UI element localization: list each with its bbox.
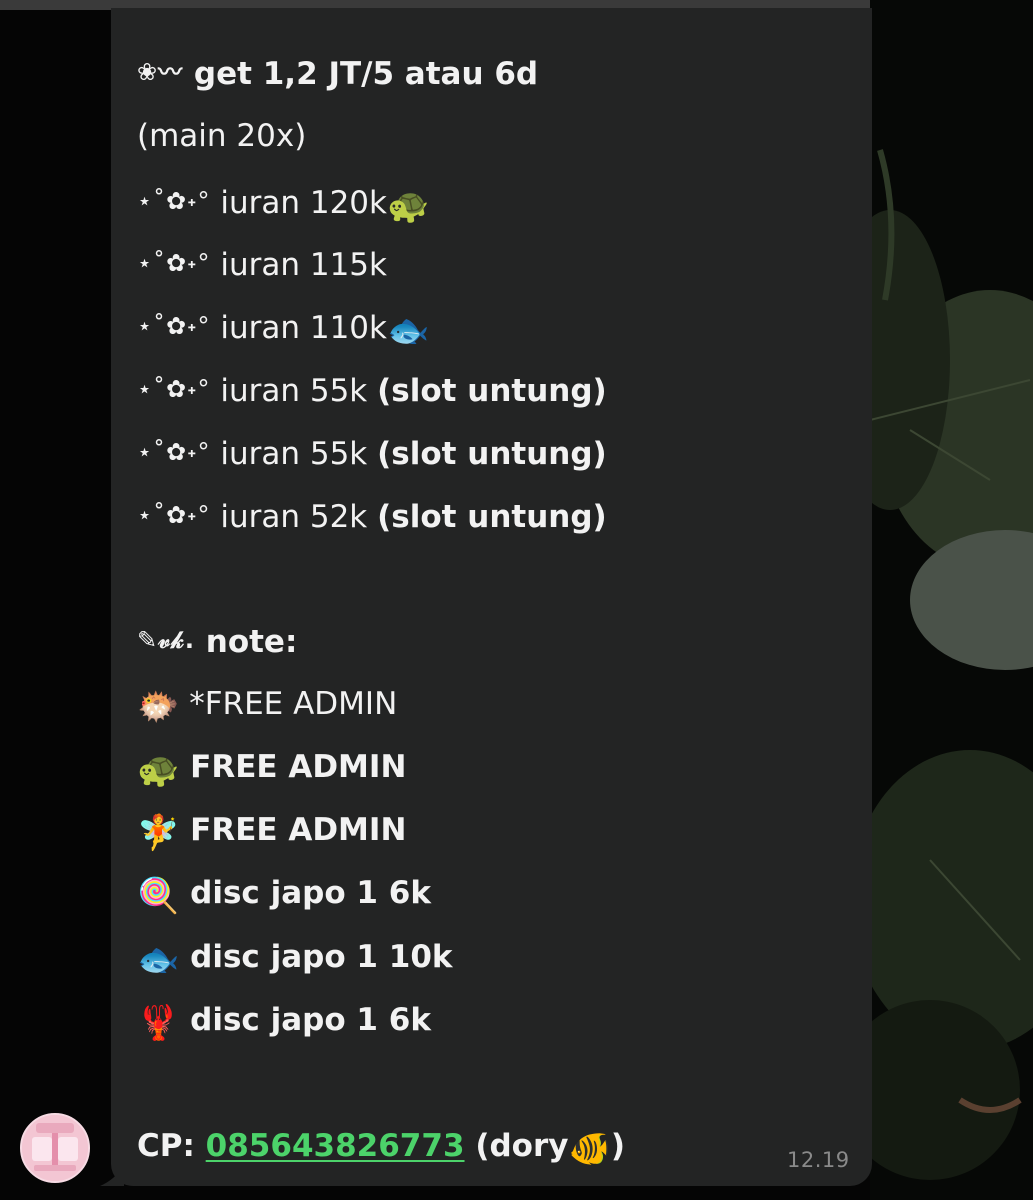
message-line-text: iuran 55k (220, 436, 368, 472)
phone-number-link[interactable]: 085643826773 (206, 1128, 465, 1164)
flower-wave-decoration: ❀⁠〰︎ (137, 58, 184, 86)
note-item: 🦞 disc japo 1 6k (137, 1000, 431, 1043)
note-item: 🧚 FREE ADMIN (137, 810, 406, 853)
contact-name-close: ) (610, 1128, 625, 1164)
message-line: ⋆˚✿˖° iuran 115k (137, 243, 387, 285)
message-line: ⋆˚✿˖° iuran 55k (slot untung) (137, 432, 607, 474)
pencil-icon: ✎𝓋𝓀. (137, 626, 195, 654)
message-line-text: iuran 120k (220, 185, 387, 221)
turtle-icon: 🐢 (386, 186, 430, 226)
fairy-icon: 🧚 (137, 813, 180, 853)
sparkle-flower-decoration: ⋆˚✿˖° (137, 249, 211, 277)
fish-icon: 🐟 (386, 311, 430, 351)
message-line: ⋆˚✿˖° iuran 110k🐟 (137, 306, 429, 351)
note-heading-text: note: (205, 624, 298, 660)
sparkle-flower-decoration: ⋆˚✿˖° (137, 375, 211, 403)
sparkle-flower-decoration: ⋆˚✿˖° (137, 312, 211, 340)
turtle-icon: 🐢 (137, 750, 180, 790)
tropical-fish-icon: 🐠 (568, 1129, 611, 1169)
note-item-text: disc japo 1 10k (190, 939, 453, 975)
message-line-text: iuran 52k (220, 499, 368, 535)
message-line: ⋆˚✿˖° iuran 120k🐢 (137, 181, 429, 226)
sender-avatar[interactable] (20, 1113, 90, 1183)
message-line-text: iuran 115k (220, 247, 387, 283)
message-line-text: (main 20x) (137, 118, 307, 154)
contact-line: CP: 085643826773 (dory🐠) (137, 1126, 625, 1169)
bubble-tail (100, 1166, 124, 1186)
chat-wallpaper (870, 0, 1033, 1200)
contact-name: (dory (475, 1128, 569, 1164)
note-item: 🍭 disc japo 1 6k (137, 873, 431, 916)
message-line-text: iuran 55k (220, 373, 368, 409)
blowfish-icon: 🐡 (137, 687, 180, 727)
contact-label: CP: (137, 1128, 195, 1164)
note-item-text: FREE ADMIN (190, 749, 407, 785)
message-line: ⋆˚✿˖° iuran 52k (slot untung) (137, 495, 607, 537)
message-line-text: iuran 110k (220, 310, 387, 346)
leaf-wallpaper-graphic (870, 0, 1033, 1200)
slot-note: (slot untung) (377, 499, 607, 535)
lollipop-icon: 🍭 (137, 876, 180, 916)
message-line: ❀⁠〰︎ get 1,2 JT/5 atau 6d (137, 52, 538, 94)
slot-note: (slot untung) (377, 373, 607, 409)
slot-note: (slot untung) (377, 436, 607, 472)
note-item: 🐢 FREE ADMIN (137, 747, 406, 790)
note-item-text: disc japo 1 6k (190, 1002, 431, 1038)
message-timestamp: 12.19 (787, 1148, 850, 1172)
fish-icon: 🐟 (137, 940, 180, 980)
message-line: ⋆˚✿˖° iuran 55k (slot untung) (137, 369, 607, 411)
note-item-text: *FREE ADMIN (189, 686, 398, 722)
sparkle-flower-decoration: ⋆˚✿˖° (137, 501, 211, 529)
note-item-text: disc japo 1 6k (190, 875, 431, 911)
sparkle-flower-decoration: ⋆˚✿˖° (137, 438, 211, 466)
note-item: 🐡 *FREE ADMIN (137, 684, 397, 727)
sparkle-flower-decoration: ⋆˚✿˖° (137, 187, 211, 215)
message-line-text: get 1,2 JT/5 atau 6d (193, 56, 539, 92)
avatar-graphic (22, 1115, 88, 1181)
note-item-text: FREE ADMIN (190, 812, 407, 848)
lobster-icon: 🦞 (137, 1003, 180, 1043)
note-heading: ✎𝓋𝓀. note: (137, 620, 297, 662)
message-line: (main 20x) (137, 116, 306, 156)
chat-screen: ❀⁠〰︎ get 1,2 JT/5 atau 6d (main 20x) ⋆˚✿… (0, 0, 1033, 1200)
note-item: 🐟 disc japo 1 10k (137, 937, 453, 980)
